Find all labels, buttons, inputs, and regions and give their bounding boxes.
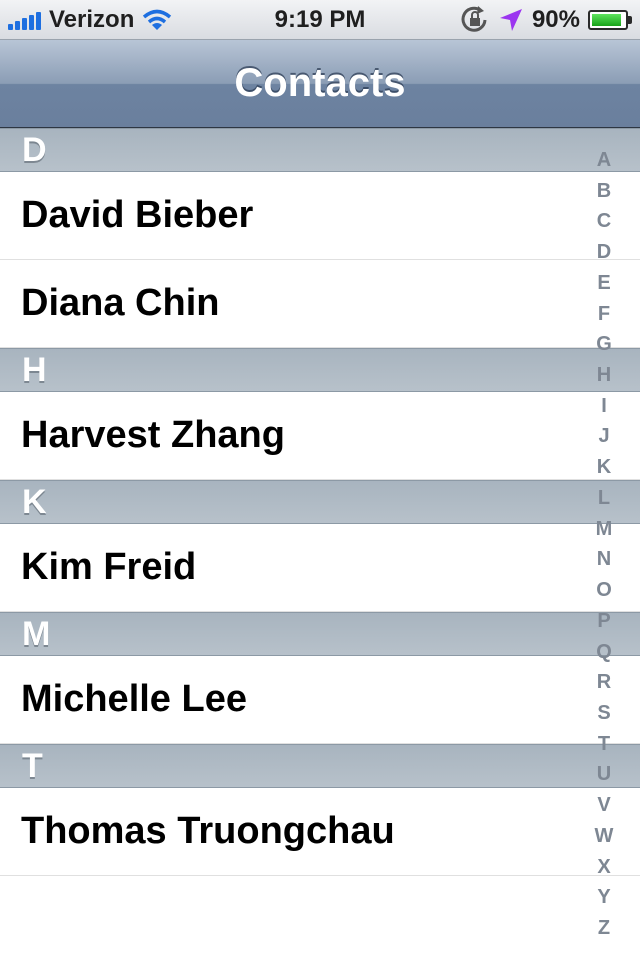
section-header-m: M bbox=[0, 612, 640, 656]
index-letter-l[interactable]: L bbox=[598, 488, 610, 508]
battery-icon bbox=[588, 9, 632, 30]
contact-row[interactable]: Thomas Truongchau bbox=[0, 788, 640, 876]
wifi-icon bbox=[142, 9, 172, 31]
battery-fill bbox=[592, 13, 621, 26]
index-letter-u[interactable]: U bbox=[597, 764, 611, 784]
navigation-bar: Contacts bbox=[0, 40, 640, 128]
index-letter-a[interactable]: A bbox=[597, 150, 611, 170]
rotation-lock-icon bbox=[460, 5, 490, 34]
index-letter-f[interactable]: F bbox=[598, 304, 610, 324]
index-letter-x[interactable]: X bbox=[597, 857, 610, 877]
index-letter-s[interactable]: S bbox=[597, 703, 610, 723]
index-letter-y[interactable]: Y bbox=[597, 887, 610, 907]
index-letter-g[interactable]: G bbox=[596, 334, 612, 354]
section-header-t: T bbox=[0, 744, 640, 788]
index-letter-m[interactable]: M bbox=[596, 519, 613, 539]
section-header-d: D bbox=[0, 128, 640, 172]
index-letter-j[interactable]: J bbox=[598, 426, 609, 446]
section-header-h: H bbox=[0, 348, 640, 392]
index-letter-d[interactable]: D bbox=[597, 242, 611, 262]
battery-percent: 90% bbox=[531, 5, 580, 33]
index-letter-o[interactable]: O bbox=[596, 580, 612, 600]
index-letter-w[interactable]: W bbox=[595, 826, 614, 846]
status-bar: Verizon 9:19 PM 90% bbox=[0, 0, 640, 40]
index-letter-h[interactable]: H bbox=[597, 365, 611, 385]
alphabet-index[interactable]: ABCDEFGHIJKLMNOPQRSTUVWXYZ bbox=[588, 148, 620, 940]
location-icon bbox=[498, 7, 524, 33]
index-letter-q[interactable]: Q bbox=[596, 642, 612, 662]
contact-row[interactable]: Michelle Lee bbox=[0, 656, 640, 744]
index-letter-e[interactable]: E bbox=[597, 273, 610, 293]
index-letter-i[interactable]: I bbox=[601, 396, 607, 416]
index-letter-p[interactable]: P bbox=[597, 611, 610, 631]
index-letter-z[interactable]: Z bbox=[598, 918, 610, 938]
page-title: Contacts bbox=[234, 61, 406, 105]
index-letter-n[interactable]: N bbox=[597, 549, 611, 569]
index-letter-r[interactable]: R bbox=[597, 672, 611, 692]
index-letter-t[interactable]: T bbox=[598, 734, 610, 754]
contact-row[interactable]: David Bieber bbox=[0, 172, 640, 260]
contact-row[interactable]: Diana Chin bbox=[0, 260, 640, 348]
signal-icon bbox=[8, 10, 41, 30]
section-header-k: K bbox=[0, 480, 640, 524]
index-letter-k[interactable]: K bbox=[597, 457, 611, 477]
carrier-label: Verizon bbox=[49, 5, 135, 33]
index-letter-c[interactable]: C bbox=[597, 211, 611, 231]
index-letter-v[interactable]: V bbox=[597, 795, 610, 815]
contact-row[interactable]: Kim Freid bbox=[0, 524, 640, 612]
contact-row[interactable]: Harvest Zhang bbox=[0, 392, 640, 480]
contact-list[interactable]: D David Bieber Diana Chin H Harvest Zhang K Ki… bbox=[0, 128, 640, 876]
index-letter-b[interactable]: B bbox=[597, 181, 611, 201]
